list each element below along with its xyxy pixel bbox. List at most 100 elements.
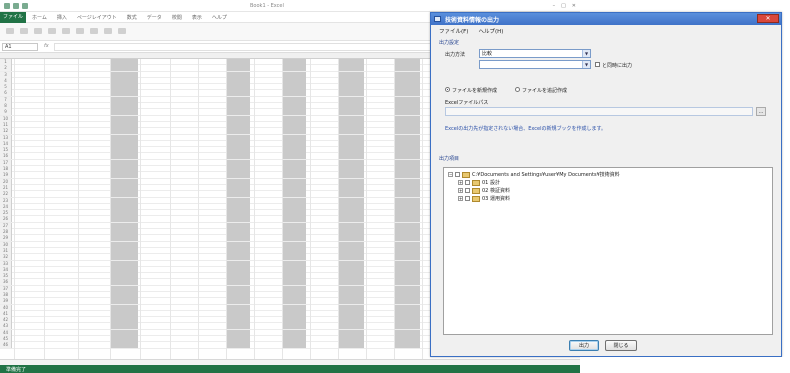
paste-icon[interactable] bbox=[6, 28, 14, 34]
row-number[interactable]: 40 bbox=[0, 304, 12, 311]
shaded-cell[interactable] bbox=[394, 140, 420, 147]
shaded-cell[interactable] bbox=[394, 266, 420, 273]
shaded-cell[interactable] bbox=[226, 59, 250, 65]
row-number[interactable]: 30 bbox=[0, 241, 12, 248]
ribbon-tab[interactable]: ページレイアウト bbox=[77, 14, 117, 21]
shaded-cell[interactable] bbox=[338, 84, 364, 91]
tree-checkbox[interactable] bbox=[465, 196, 470, 201]
shaded-cell[interactable] bbox=[110, 65, 138, 72]
shaded-cell[interactable] bbox=[110, 260, 138, 267]
tree-checkbox[interactable] bbox=[465, 188, 470, 193]
shaded-cell[interactable] bbox=[338, 254, 364, 261]
row-number[interactable]: 44 bbox=[0, 329, 12, 336]
close-icon[interactable]: ✕ bbox=[572, 3, 576, 9]
shaded-cell[interactable] bbox=[226, 172, 250, 179]
row-number[interactable]: 46 bbox=[0, 342, 12, 349]
row-number[interactable]: 10 bbox=[0, 115, 12, 122]
shaded-cell[interactable] bbox=[394, 323, 420, 330]
ribbon-tab[interactable]: ヘルプ bbox=[212, 14, 227, 21]
shaded-cell[interactable] bbox=[226, 121, 250, 128]
shaded-cell[interactable] bbox=[282, 254, 306, 261]
shaded-cell[interactable] bbox=[226, 342, 250, 349]
row-number[interactable]: 19 bbox=[0, 172, 12, 179]
menu-file[interactable]: ファイル(F) bbox=[439, 27, 468, 35]
tree-checkbox[interactable] bbox=[455, 172, 460, 177]
shaded-cell[interactable] bbox=[110, 140, 138, 147]
shaded-cell[interactable] bbox=[226, 222, 250, 229]
row-number[interactable]: 37 bbox=[0, 285, 12, 292]
ribbon-tab[interactable]: 校閲 bbox=[172, 14, 182, 21]
shaded-cell[interactable] bbox=[282, 184, 306, 191]
shaded-cell[interactable] bbox=[338, 216, 364, 223]
shaded-cell[interactable] bbox=[282, 77, 306, 84]
shaded-cell[interactable] bbox=[338, 134, 364, 141]
shaded-cell[interactable] bbox=[110, 103, 138, 110]
shaded-cell[interactable] bbox=[226, 71, 250, 78]
shaded-cell[interactable] bbox=[338, 121, 364, 128]
shaded-cell[interactable] bbox=[110, 304, 138, 311]
file-tab[interactable]: ファイル bbox=[0, 12, 26, 23]
shaded-cell[interactable] bbox=[110, 172, 138, 179]
row-number[interactable]: 12 bbox=[0, 128, 12, 135]
shaded-cell[interactable] bbox=[110, 310, 138, 317]
shaded-cell[interactable] bbox=[110, 178, 138, 185]
row-number[interactable]: 14 bbox=[0, 140, 12, 147]
shaded-cell[interactable] bbox=[338, 336, 364, 343]
shaded-cell[interactable] bbox=[338, 197, 364, 204]
shaded-cell[interactable] bbox=[394, 273, 420, 280]
row-number[interactable]: 9 bbox=[0, 109, 12, 116]
shaded-cell[interactable] bbox=[394, 216, 420, 223]
shaded-cell[interactable] bbox=[110, 222, 138, 229]
close-button[interactable]: ✕ bbox=[757, 14, 779, 23]
shaded-cell[interactable] bbox=[282, 247, 306, 254]
row-number[interactable]: 4 bbox=[0, 77, 12, 84]
shaded-cell[interactable] bbox=[282, 304, 306, 311]
collapse-icon[interactable]: − bbox=[448, 172, 453, 177]
shaded-cell[interactable] bbox=[394, 285, 420, 292]
shaded-cell[interactable] bbox=[282, 336, 306, 343]
excel-path-input[interactable] bbox=[445, 107, 753, 116]
radio-new-file[interactable] bbox=[445, 87, 450, 92]
shaded-cell[interactable] bbox=[226, 310, 250, 317]
shaded-cell[interactable] bbox=[282, 310, 306, 317]
row-number[interactable]: 1 bbox=[0, 59, 12, 65]
shaded-cell[interactable] bbox=[338, 241, 364, 248]
shaded-cell[interactable] bbox=[394, 235, 420, 242]
row-number[interactable]: 3 bbox=[0, 71, 12, 78]
shaded-cell[interactable] bbox=[226, 304, 250, 311]
shaded-cell[interactable] bbox=[338, 279, 364, 286]
shaded-cell[interactable] bbox=[394, 336, 420, 343]
shaded-cell[interactable] bbox=[282, 216, 306, 223]
shaded-cell[interactable] bbox=[226, 285, 250, 292]
shaded-cell[interactable] bbox=[394, 191, 420, 198]
shaded-cell[interactable] bbox=[338, 229, 364, 236]
shaded-cell[interactable] bbox=[226, 260, 250, 267]
shaded-cell[interactable] bbox=[338, 298, 364, 305]
row-number[interactable]: 11 bbox=[0, 121, 12, 128]
align-center-icon[interactable] bbox=[104, 28, 112, 34]
shaded-cell[interactable] bbox=[282, 172, 306, 179]
shaded-cell[interactable] bbox=[338, 285, 364, 292]
shaded-cell[interactable] bbox=[110, 184, 138, 191]
shaded-cell[interactable] bbox=[338, 96, 364, 103]
shaded-cell[interactable] bbox=[226, 184, 250, 191]
shaded-cell[interactable] bbox=[110, 166, 138, 173]
include-checkbox[interactable] bbox=[595, 62, 600, 67]
row-number[interactable]: 26 bbox=[0, 216, 12, 223]
shaded-cell[interactable] bbox=[282, 159, 306, 166]
expand-icon[interactable]: + bbox=[458, 188, 463, 193]
shaded-cell[interactable] bbox=[338, 115, 364, 122]
shaded-cell[interactable] bbox=[394, 84, 420, 91]
row-number[interactable]: 45 bbox=[0, 336, 12, 343]
shaded-cell[interactable] bbox=[110, 285, 138, 292]
shaded-cell[interactable] bbox=[394, 260, 420, 267]
shaded-cell[interactable] bbox=[110, 229, 138, 236]
shaded-cell[interactable] bbox=[338, 291, 364, 298]
shaded-cell[interactable] bbox=[226, 90, 250, 97]
shaded-cell[interactable] bbox=[110, 273, 138, 280]
shaded-cell[interactable] bbox=[282, 329, 306, 336]
shaded-cell[interactable] bbox=[338, 172, 364, 179]
shaded-cell[interactable] bbox=[338, 90, 364, 97]
shaded-cell[interactable] bbox=[110, 298, 138, 305]
shaded-cell[interactable] bbox=[282, 197, 306, 204]
